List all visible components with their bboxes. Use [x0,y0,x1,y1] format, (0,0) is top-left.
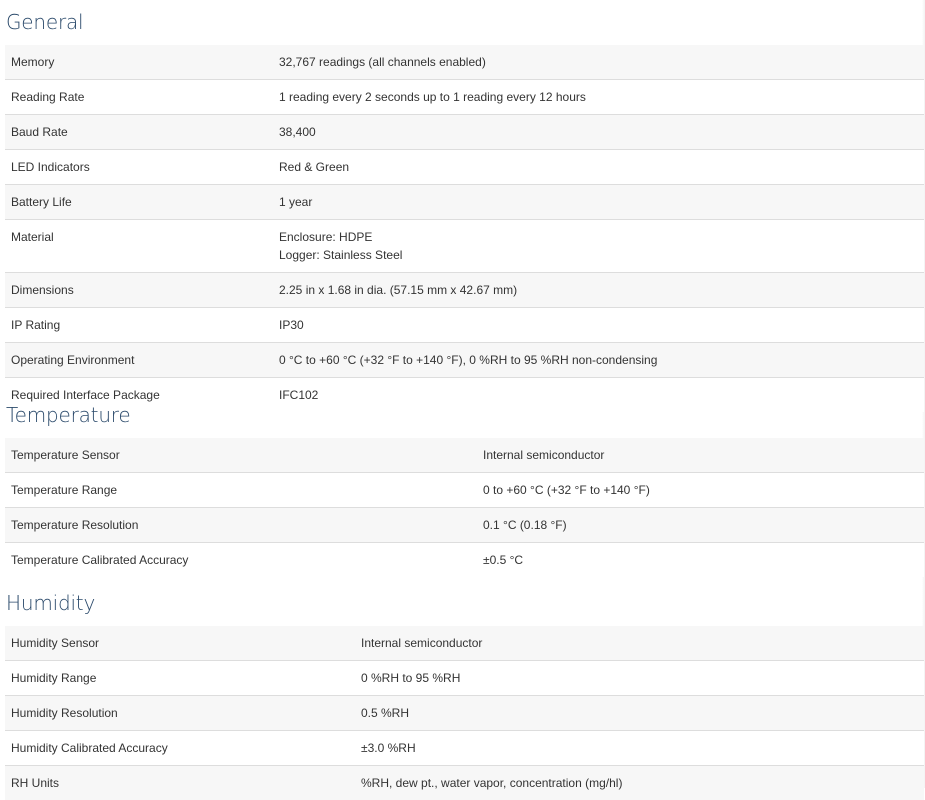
spec-label: Reading Rate [5,80,273,115]
spec-label: Humidity Resolution [5,696,355,731]
spec-label: RH Units [5,766,355,800]
table-row: Reading Rate 1 reading every 2 seconds u… [5,80,924,115]
spec-value: ±3.0 %RH [355,731,924,766]
spec-value: 0 %RH to 95 %RH [355,661,924,696]
spec-value: Red & Green [273,150,924,185]
general-spec-table: Memory 32,767 readings (all channels ena… [5,45,924,412]
table-row: RH Units %RH, dew pt., water vapor, conc… [5,766,924,800]
table-row: Operating Environment 0 °C to +60 °C (+3… [5,343,924,378]
section-title-temperature: Temperature [0,403,924,427]
spec-value: 1 reading every 2 seconds up to 1 readin… [273,80,924,115]
spec-value: 1 year [273,185,924,220]
spec-label: Temperature Range [5,473,477,508]
spec-value: Internal semiconductor [355,626,924,661]
humidity-section: Humidity Humidity Sensor Internal semico… [0,591,924,800]
spec-value: 0.5 %RH [355,696,924,731]
table-row: Temperature Calibrated Accuracy ±0.5 °C [5,543,924,578]
table-row: Dimensions 2.25 in x 1.68 in dia. (57.15… [5,273,924,308]
spec-value-line: Logger: Stainless Steel [279,246,918,264]
spec-value-line: Enclosure: HDPE [279,228,918,246]
spec-label: Humidity Calibrated Accuracy [5,731,355,766]
section-title-humidity: Humidity [0,591,924,615]
spec-value: Internal semiconductor [477,438,924,473]
spec-label: Battery Life [5,185,273,220]
spec-value: 38,400 [273,115,924,150]
table-row: Material Enclosure: HDPE Logger: Stainle… [5,220,924,273]
section-title-general: General [0,10,924,34]
temperature-spec-table: Temperature Sensor Internal semiconducto… [5,438,924,577]
temperature-section: Temperature Temperature Sensor Internal … [0,403,924,577]
spec-label: Temperature Sensor [5,438,477,473]
general-section: General Memory 32,767 readings (all chan… [0,10,924,412]
spec-label: Temperature Resolution [5,508,477,543]
table-row: Humidity Sensor Internal semiconductor [5,626,924,661]
spec-label: Humidity Range [5,661,355,696]
spec-value: 32,767 readings (all channels enabled) [273,45,924,80]
table-row: Temperature Range 0 to +60 °C (+32 °F to… [5,473,924,508]
humidity-spec-table: Humidity Sensor Internal semiconductor H… [5,626,924,800]
spec-label: Memory [5,45,273,80]
spec-label: IP Rating [5,308,273,343]
spec-value: 2.25 in x 1.68 in dia. (57.15 mm x 42.67… [273,273,924,308]
spec-value: 0.1 °C (0.18 °F) [477,508,924,543]
spec-label: Dimensions [5,273,273,308]
spec-value: IP30 [273,308,924,343]
table-row: Humidity Range 0 %RH to 95 %RH [5,661,924,696]
table-row: Battery Life 1 year [5,185,924,220]
table-row: LED Indicators Red & Green [5,150,924,185]
table-row: IP Rating IP30 [5,308,924,343]
table-row: Memory 32,767 readings (all channels ena… [5,45,924,80]
spec-label: Material [5,220,273,273]
spec-value: %RH, dew pt., water vapor, concentration… [355,766,924,800]
spec-label: LED Indicators [5,150,273,185]
table-row: Temperature Resolution 0.1 °C (0.18 °F) [5,508,924,543]
spec-label: Baud Rate [5,115,273,150]
spec-value: ±0.5 °C [477,543,924,578]
spec-value: 0 to +60 °C (+32 °F to +140 °F) [477,473,924,508]
table-row: Humidity Calibrated Accuracy ±3.0 %RH [5,731,924,766]
spec-label: Operating Environment [5,343,273,378]
spec-value: 0 °C to +60 °C (+32 °F to +140 °F), 0 %R… [273,343,924,378]
spec-label: Temperature Calibrated Accuracy [5,543,477,578]
table-row: Baud Rate 38,400 [5,115,924,150]
table-row: Temperature Sensor Internal semiconducto… [5,438,924,473]
spec-label: Humidity Sensor [5,626,355,661]
spec-value: Enclosure: HDPE Logger: Stainless Steel [273,220,924,273]
table-row: Humidity Resolution 0.5 %RH [5,696,924,731]
